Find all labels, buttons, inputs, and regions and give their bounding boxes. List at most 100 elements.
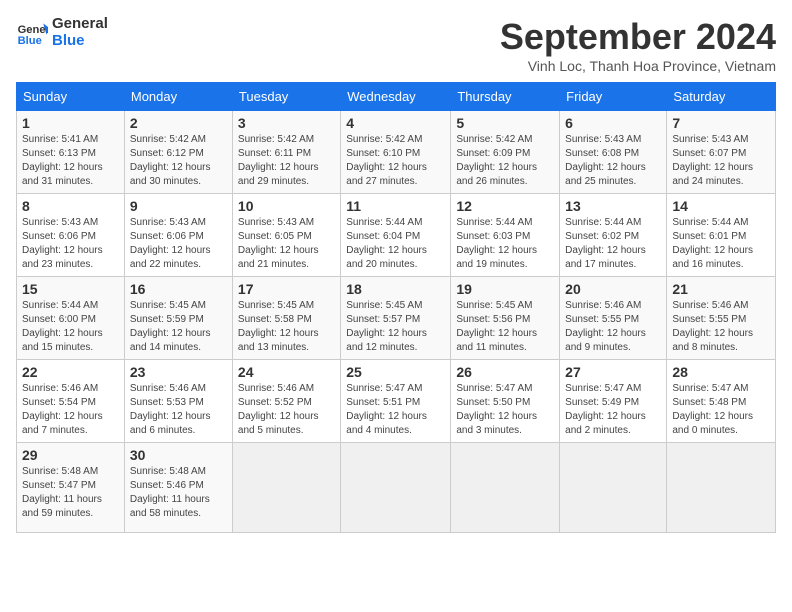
day-info: Sunrise: 5:43 AMSunset: 6:05 PMDaylight:… bbox=[238, 216, 335, 272]
day-number: 23 bbox=[130, 364, 227, 380]
day-info: Sunrise: 5:45 AMSunset: 5:56 PMDaylight:… bbox=[456, 299, 554, 355]
day-info: Sunrise: 5:46 AMSunset: 5:55 PMDaylight:… bbox=[565, 299, 661, 355]
day-number: 18 bbox=[346, 281, 445, 297]
logo-line2: Blue bbox=[52, 33, 108, 50]
calendar-cell: 1 Sunrise: 5:41 AMSunset: 6:13 PMDaylight… bbox=[17, 111, 125, 194]
day-number: 16 bbox=[130, 281, 227, 297]
day-info: Sunrise: 5:45 AMSunset: 5:59 PMDaylight:… bbox=[130, 299, 227, 355]
logo-icon: General Blue bbox=[16, 17, 48, 49]
day-info: Sunrise: 5:44 AMSunset: 6:03 PMDaylight:… bbox=[456, 216, 554, 272]
day-info: Sunrise: 5:47 AMSunset: 5:48 PMDaylight:… bbox=[672, 382, 770, 438]
calendar-cell bbox=[451, 443, 560, 533]
day-info: Sunrise: 5:45 AMSunset: 5:58 PMDaylight:… bbox=[238, 299, 335, 355]
day-number: 22 bbox=[22, 364, 119, 380]
day-info: Sunrise: 5:44 AMSunset: 6:02 PMDaylight:… bbox=[565, 216, 661, 272]
day-number: 9 bbox=[130, 198, 227, 214]
calendar-cell: 24 Sunrise: 5:46 AMSunset: 5:52 PMDayligh… bbox=[232, 360, 340, 443]
calendar-cell: 26 Sunrise: 5:47 AMSunset: 5:50 PMDayligh… bbox=[451, 360, 560, 443]
day-number: 27 bbox=[565, 364, 661, 380]
col-header-thursday: Thursday bbox=[451, 83, 560, 111]
calendar-cell: 28 Sunrise: 5:47 AMSunset: 5:48 PMDayligh… bbox=[667, 360, 776, 443]
day-info: Sunrise: 5:48 AMSunset: 5:46 PMDaylight:… bbox=[130, 465, 227, 521]
day-number: 29 bbox=[22, 447, 119, 463]
day-number: 19 bbox=[456, 281, 554, 297]
day-info: Sunrise: 5:46 AMSunset: 5:52 PMDaylight:… bbox=[238, 382, 335, 438]
calendar-cell: 9 Sunrise: 5:43 AMSunset: 6:06 PMDaylight… bbox=[124, 194, 232, 277]
col-header-tuesday: Tuesday bbox=[232, 83, 340, 111]
calendar-cell: 2 Sunrise: 5:42 AMSunset: 6:12 PMDaylight… bbox=[124, 111, 232, 194]
day-info: Sunrise: 5:45 AMSunset: 5:57 PMDaylight:… bbox=[346, 299, 445, 355]
calendar-cell bbox=[341, 443, 451, 533]
day-info: Sunrise: 5:46 AMSunset: 5:54 PMDaylight:… bbox=[22, 382, 119, 438]
col-header-saturday: Saturday bbox=[667, 83, 776, 111]
month-title: September 2024 bbox=[500, 16, 776, 58]
day-number: 28 bbox=[672, 364, 770, 380]
location-subtitle: Vinh Loc, Thanh Hoa Province, Vietnam bbox=[500, 58, 776, 74]
day-number: 24 bbox=[238, 364, 335, 380]
day-number: 12 bbox=[456, 198, 554, 214]
day-info: Sunrise: 5:42 AMSunset: 6:10 PMDaylight:… bbox=[346, 133, 445, 189]
day-number: 6 bbox=[565, 115, 661, 131]
calendar-cell: 30 Sunrise: 5:48 AMSunset: 5:46 PMDayligh… bbox=[124, 443, 232, 533]
day-number: 30 bbox=[130, 447, 227, 463]
day-number: 26 bbox=[456, 364, 554, 380]
day-info: Sunrise: 5:46 AMSunset: 5:53 PMDaylight:… bbox=[130, 382, 227, 438]
calendar-cell: 22 Sunrise: 5:46 AMSunset: 5:54 PMDayligh… bbox=[17, 360, 125, 443]
calendar-cell: 12 Sunrise: 5:44 AMSunset: 6:03 PMDayligh… bbox=[451, 194, 560, 277]
calendar-cell: 23 Sunrise: 5:46 AMSunset: 5:53 PMDayligh… bbox=[124, 360, 232, 443]
calendar-cell: 11 Sunrise: 5:44 AMSunset: 6:04 PMDayligh… bbox=[341, 194, 451, 277]
calendar-cell: 29 Sunrise: 5:48 AMSunset: 5:47 PMDayligh… bbox=[17, 443, 125, 533]
svg-text:Blue: Blue bbox=[18, 35, 42, 47]
day-number: 4 bbox=[346, 115, 445, 131]
day-info: Sunrise: 5:44 AMSunset: 6:00 PMDaylight:… bbox=[22, 299, 119, 355]
day-info: Sunrise: 5:44 AMSunset: 6:04 PMDaylight:… bbox=[346, 216, 445, 272]
col-header-monday: Monday bbox=[124, 83, 232, 111]
calendar-cell: 8 Sunrise: 5:43 AMSunset: 6:06 PMDaylight… bbox=[17, 194, 125, 277]
calendar-table: SundayMondayTuesdayWednesdayThursdayFrid… bbox=[16, 82, 776, 533]
day-info: Sunrise: 5:46 AMSunset: 5:55 PMDaylight:… bbox=[672, 299, 770, 355]
day-info: Sunrise: 5:41 AMSunset: 6:13 PMDaylight:… bbox=[22, 133, 119, 189]
day-number: 25 bbox=[346, 364, 445, 380]
day-info: Sunrise: 5:42 AMSunset: 6:12 PMDaylight:… bbox=[130, 133, 227, 189]
day-info: Sunrise: 5:44 AMSunset: 6:01 PMDaylight:… bbox=[672, 216, 770, 272]
calendar-cell: 27Sunrise: 5:47 AMSunset: 5:49 PMDayligh… bbox=[560, 360, 667, 443]
calendar-cell: 15Sunrise: 5:44 AMSunset: 6:00 PMDayligh… bbox=[17, 277, 125, 360]
calendar-cell: 6 Sunrise: 5:43 AMSunset: 6:08 PMDaylight… bbox=[560, 111, 667, 194]
calendar-cell: 20 Sunrise: 5:46 AMSunset: 5:55 PMDayligh… bbox=[560, 277, 667, 360]
calendar-cell: 7Sunrise: 5:43 AMSunset: 6:07 PMDaylight… bbox=[667, 111, 776, 194]
logo-line1: General bbox=[52, 16, 108, 33]
day-info: Sunrise: 5:43 AMSunset: 6:06 PMDaylight:… bbox=[130, 216, 227, 272]
day-info: Sunrise: 5:42 AMSunset: 6:09 PMDaylight:… bbox=[456, 133, 554, 189]
day-info: Sunrise: 5:43 AMSunset: 6:07 PMDaylight:… bbox=[672, 133, 770, 189]
calendar-cell: 5 Sunrise: 5:42 AMSunset: 6:09 PMDaylight… bbox=[451, 111, 560, 194]
day-number: 5 bbox=[456, 115, 554, 131]
calendar-cell: 13Sunrise: 5:44 AMSunset: 6:02 PMDayligh… bbox=[560, 194, 667, 277]
calendar-cell: 21 Sunrise: 5:46 AMSunset: 5:55 PMDayligh… bbox=[667, 277, 776, 360]
day-info: Sunrise: 5:43 AMSunset: 6:06 PMDaylight:… bbox=[22, 216, 119, 272]
day-number: 21 bbox=[672, 281, 770, 297]
day-info: Sunrise: 5:47 AMSunset: 5:50 PMDaylight:… bbox=[456, 382, 554, 438]
day-info: Sunrise: 5:48 AMSunset: 5:47 PMDaylight:… bbox=[22, 465, 119, 521]
calendar-cell: 25 Sunrise: 5:47 AMSunset: 5:51 PMDayligh… bbox=[341, 360, 451, 443]
calendar-cell: 4 Sunrise: 5:42 AMSunset: 6:10 PMDaylight… bbox=[341, 111, 451, 194]
day-number: 11 bbox=[346, 198, 445, 214]
logo: General Blue General Blue bbox=[16, 16, 108, 49]
col-header-sunday: Sunday bbox=[17, 83, 125, 111]
calendar-cell bbox=[232, 443, 340, 533]
day-number: 3 bbox=[238, 115, 335, 131]
day-number: 2 bbox=[130, 115, 227, 131]
day-info: Sunrise: 5:47 AMSunset: 5:51 PMDaylight:… bbox=[346, 382, 445, 438]
day-info: Sunrise: 5:42 AMSunset: 6:11 PMDaylight:… bbox=[238, 133, 335, 189]
day-number: 8 bbox=[22, 198, 119, 214]
col-header-wednesday: Wednesday bbox=[341, 83, 451, 111]
day-number: 14 bbox=[672, 198, 770, 214]
header: General Blue General Blue September 2024… bbox=[16, 16, 776, 74]
calendar-cell: 19 Sunrise: 5:45 AMSunset: 5:56 PMDayligh… bbox=[451, 277, 560, 360]
day-info: Sunrise: 5:43 AMSunset: 6:08 PMDaylight:… bbox=[565, 133, 661, 189]
calendar-cell: 3 Sunrise: 5:42 AMSunset: 6:11 PMDaylight… bbox=[232, 111, 340, 194]
calendar-cell: 16 Sunrise: 5:45 AMSunset: 5:59 PMDayligh… bbox=[124, 277, 232, 360]
col-header-friday: Friday bbox=[560, 83, 667, 111]
day-number: 17 bbox=[238, 281, 335, 297]
day-number: 1 bbox=[22, 115, 119, 131]
day-number: 20 bbox=[565, 281, 661, 297]
